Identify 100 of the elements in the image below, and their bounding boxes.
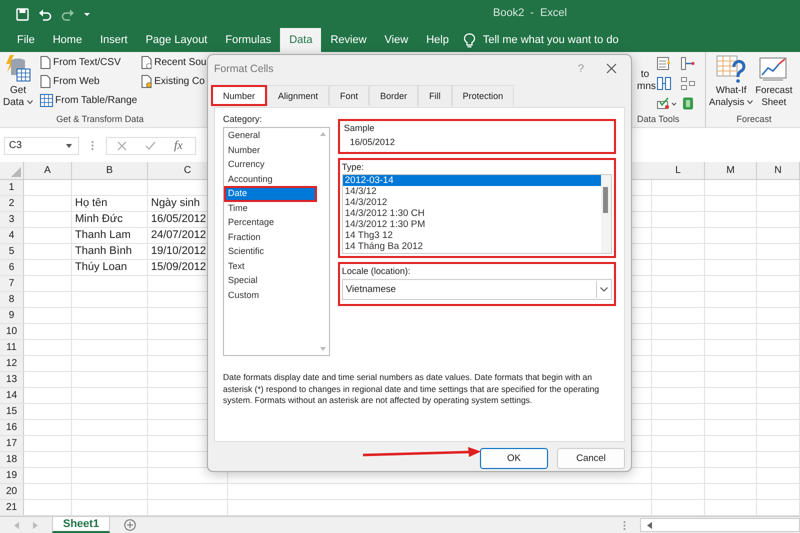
tell-me-search[interactable]: Tell me what you want to do	[464, 28, 633, 52]
row-header[interactable]: 16	[0, 420, 24, 435]
ribbon-tab[interactable]: Home	[44, 28, 92, 52]
ribbon-tab[interactable]: Insert	[91, 28, 137, 52]
category-item[interactable]: General	[224, 128, 317, 144]
row-header[interactable]: 3	[0, 212, 24, 227]
cancel-icon[interactable]	[117, 140, 127, 150]
ribbon-button[interactable]: From Text/CSV	[40, 55, 138, 70]
ribbon-button[interactable]: Recent Sou	[141, 55, 206, 70]
row-header[interactable]: 2	[0, 196, 24, 211]
validation-icon[interactable]	[657, 97, 677, 110]
category-item[interactable]: Date	[224, 186, 317, 202]
ribbon-tab[interactable]: Page Layout	[136, 28, 216, 52]
row-header[interactable]: 9	[0, 308, 24, 323]
row-header[interactable]: 19	[0, 468, 24, 483]
category-item[interactable]: Custom	[224, 288, 317, 303]
flash-fill-icon[interactable]	[657, 57, 671, 70]
text-to-columns-button[interactable]: to mns	[637, 55, 653, 93]
scroll-up-icon[interactable]	[320, 132, 326, 136]
column-header[interactable]: L	[652, 162, 705, 179]
data-model-icon[interactable]	[681, 97, 695, 110]
column-header[interactable]: N	[757, 162, 800, 179]
get-data-button[interactable]: Get Data	[0, 55, 36, 114]
ribbon-tab[interactable]: Help	[417, 28, 458, 52]
ribbon-button[interactable]: From Web	[40, 74, 138, 89]
category-item[interactable]: Special	[224, 273, 317, 288]
lightbulb-icon	[464, 32, 475, 48]
category-item[interactable]: Scientific	[224, 244, 317, 260]
row-header[interactable]: 17	[0, 436, 24, 451]
row-header[interactable]: 12	[0, 356, 24, 371]
scroll-down-icon[interactable]	[320, 347, 326, 351]
type-item[interactable]: 14 Thg3 12	[342, 230, 601, 241]
redo-icon[interactable]	[61, 8, 75, 20]
scroll-left-icon[interactable]	[647, 522, 652, 528]
consolidate-icon[interactable]	[681, 57, 695, 70]
ribbon-tab[interactable]: Data	[280, 28, 322, 52]
group-label: Forecast	[735, 114, 772, 126]
ribbon-button[interactable]: From Table/Range	[40, 93, 138, 108]
name-box[interactable]: C3	[4, 136, 79, 154]
type-item[interactable]: 14/3/2012	[342, 197, 601, 208]
ribbon-button[interactable]: Existing Co	[141, 74, 206, 89]
category-label: Category:	[223, 114, 264, 124]
ribbon-tab[interactable]: File	[8, 28, 44, 52]
row-header[interactable]: 11	[0, 340, 24, 355]
relationships-icon[interactable]	[681, 77, 695, 90]
type-item[interactable]: 14/3/2012 1:30 CH	[342, 208, 601, 219]
what-if-analysis-button[interactable]: What-If Analysis	[708, 55, 754, 114]
category-item[interactable]: Fraction	[224, 230, 317, 245]
cancel-button[interactable]: Cancel	[557, 448, 625, 469]
row-header[interactable]: 6	[0, 260, 24, 275]
insert-function-button[interactable]: fx	[174, 138, 183, 153]
close-icon[interactable]	[606, 63, 617, 74]
save-icon[interactable]	[16, 8, 29, 20]
table-cell: Ngày sinh	[151, 197, 200, 209]
ribbon-tab[interactable]: Formulas	[216, 28, 280, 52]
column-header[interactable]: B	[72, 162, 148, 179]
check-icon[interactable]	[145, 141, 156, 150]
add-sheet-icon[interactable]	[124, 519, 136, 531]
type-item[interactable]: 14/3/2012 1:30 PM	[342, 219, 601, 230]
row-header[interactable]: 21	[0, 500, 24, 515]
row-header[interactable]: 1	[0, 180, 24, 195]
row-header[interactable]: 15	[0, 404, 24, 419]
dialog-tab[interactable]: Border	[369, 85, 418, 106]
row-header[interactable]: 5	[0, 244, 24, 259]
row-header[interactable]: 4	[0, 228, 24, 243]
row-header[interactable]: 13	[0, 372, 24, 387]
dialog-tab[interactable]: Font	[329, 85, 370, 106]
ok-button[interactable]: OK	[480, 448, 548, 469]
row-header[interactable]: 10	[0, 324, 24, 339]
type-item[interactable]: 14 Tháng Ba 2012	[342, 241, 601, 252]
locale-dropdown[interactable]: Vietnamese	[342, 279, 612, 300]
scroll-right-icon[interactable]	[33, 522, 38, 528]
vertical-scrollbar[interactable]	[601, 175, 611, 253]
horizontal-scrollbar[interactable]	[640, 518, 800, 532]
forecast-sheet-button[interactable]: Forecast Sheet	[754, 55, 794, 114]
dialog-tab[interactable]: Number	[211, 85, 268, 106]
group-label: Data Tools	[637, 114, 680, 126]
category-item[interactable]: Time	[224, 200, 317, 216]
sheet-tab[interactable]: Sheet1	[52, 517, 110, 533]
customize-caret-icon[interactable]	[84, 11, 90, 17]
category-item[interactable]: Text	[224, 258, 317, 274]
category-item[interactable]: Percentage	[224, 215, 317, 230]
undo-icon[interactable]	[38, 8, 52, 20]
type-item[interactable]: 14/3/12	[342, 186, 601, 197]
ribbon-tab[interactable]: View	[376, 28, 418, 52]
remove-duplicates-icon[interactable]	[657, 77, 671, 90]
dialog-tab[interactable]: Fill	[418, 85, 452, 106]
column-header[interactable]: M	[705, 162, 757, 179]
row-header[interactable]: 8	[0, 292, 24, 307]
column-header[interactable]: A	[24, 162, 72, 179]
dialog-tab[interactable]: Alignment	[267, 85, 330, 106]
row-header[interactable]: 20	[0, 484, 24, 499]
document-icon	[40, 75, 52, 88]
row-header[interactable]: 14	[0, 388, 24, 403]
ribbon-tab[interactable]: Review	[321, 28, 376, 52]
dialog-tab[interactable]: Protection	[452, 85, 514, 106]
row-header[interactable]: 7	[0, 276, 24, 291]
type-item[interactable]: 2012-03-14	[342, 175, 601, 186]
category-item[interactable]: Number	[224, 142, 317, 158]
row-header[interactable]: 18	[0, 452, 24, 467]
